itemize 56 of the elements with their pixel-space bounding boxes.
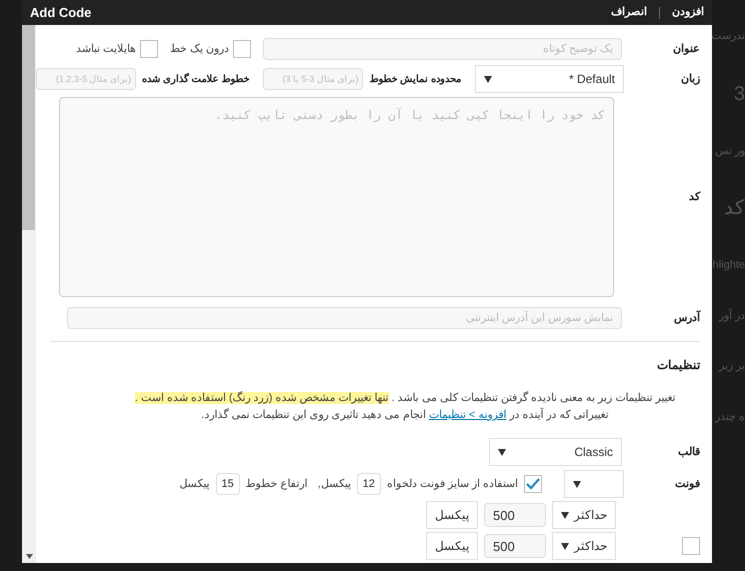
- background-text: کد: [724, 196, 745, 221]
- input-field[interactable]: نمایش سورس این آدرس اینترنتی: [67, 307, 622, 329]
- background-text: 3: [734, 82, 745, 106]
- field-label: فونت: [675, 476, 700, 492]
- field-label: آدرس: [674, 310, 700, 326]
- field-label: زبان: [681, 72, 700, 87]
- input-field[interactable]: 500: [484, 534, 546, 558]
- header-action[interactable]: افزودن: [672, 4, 704, 21]
- notice-text: تغییر تنظیمات زیر به معنی نادیده گرفتن تنظیمات کلی می باشد . تنها تغییرات مشخص شده (زرد رنگ) استفاده شده است . تغییراتی که در آینده در افزونه > تنظیمات انجام می دهید تاثیری روی این تنظیمات نمی گذارد.: [134, 390, 676, 423]
- input-field[interactable]: (برای مثال 5-1,2,3): [36, 68, 136, 90]
- caret-icon: [484, 76, 492, 82]
- input-field[interactable]: 12: [356, 473, 381, 495]
- unit-label: پیکسل: [180, 476, 210, 492]
- caret-icon: [498, 448, 506, 456]
- background-text: ه چندر: [714, 410, 745, 425]
- input-field[interactable]: یک توضیح کوتاه: [263, 38, 622, 60]
- field-label: قالب: [678, 444, 700, 460]
- option-label: ارتفاع خطوط: [246, 476, 308, 492]
- checkbox[interactable]: [524, 475, 542, 493]
- check-icon: [526, 478, 540, 490]
- caret-icon: [573, 480, 581, 488]
- background-text: ور نس: [714, 144, 745, 159]
- background-text: در آور: [718, 308, 745, 324]
- dropdown[interactable]: Classic: [489, 438, 622, 466]
- dropdown[interactable]: Default *: [475, 65, 624, 93]
- section-heading: تنظیمات: [656, 357, 700, 374]
- field-label: محدوده نمایش خطوط: [369, 72, 461, 86]
- dropdown[interactable]: پیکسل: [426, 532, 478, 560]
- scroll-down-icon[interactable]: [26, 554, 32, 559]
- field-label: خطوط علامت گذاری شده: [142, 72, 250, 86]
- checkbox[interactable]: [233, 40, 251, 58]
- dropdown[interactable]: پیکسل: [426, 501, 478, 529]
- background-text: ندرست: [712, 29, 745, 44]
- field-label: عنوان: [673, 42, 700, 57]
- dropdown[interactable]: حداکثر: [552, 532, 616, 560]
- input-field[interactable]: 500: [484, 503, 546, 527]
- input-field[interactable]: (برای مثال 3-5 یا 3): [263, 68, 364, 90]
- caret-icon: [561, 542, 569, 550]
- checkbox[interactable]: [140, 40, 158, 58]
- checkbox[interactable]: [682, 537, 700, 555]
- code-textarea[interactable]: کد خود را اینجا کپی کنید یا آن را بطور دستی تایپ کنید.: [59, 97, 614, 297]
- unit-label: پیکسل,: [318, 476, 351, 492]
- header-action[interactable]: انصراف: [611, 4, 647, 21]
- scrollbar[interactable]: [22, 25, 36, 563]
- caret-icon: [561, 512, 569, 518]
- dropdown[interactable]: حداکثر: [552, 501, 616, 529]
- dropdown[interactable]: [564, 470, 624, 498]
- background-text: hlighte: [712, 258, 745, 273]
- field-label: کد: [689, 190, 700, 205]
- option-label: استفاده از سایز فونت دلخواه: [386, 476, 518, 492]
- settings-link[interactable]: افزونه > تنظیمات: [428, 409, 506, 421]
- background-text: یر زیر: [718, 359, 745, 374]
- checkbox-label: هایلایت نباشد: [76, 42, 136, 57]
- input-field[interactable]: 15: [216, 473, 240, 495]
- dialog-title: Add Code: [30, 4, 92, 22]
- checkbox-label: درون یک خط: [170, 42, 229, 57]
